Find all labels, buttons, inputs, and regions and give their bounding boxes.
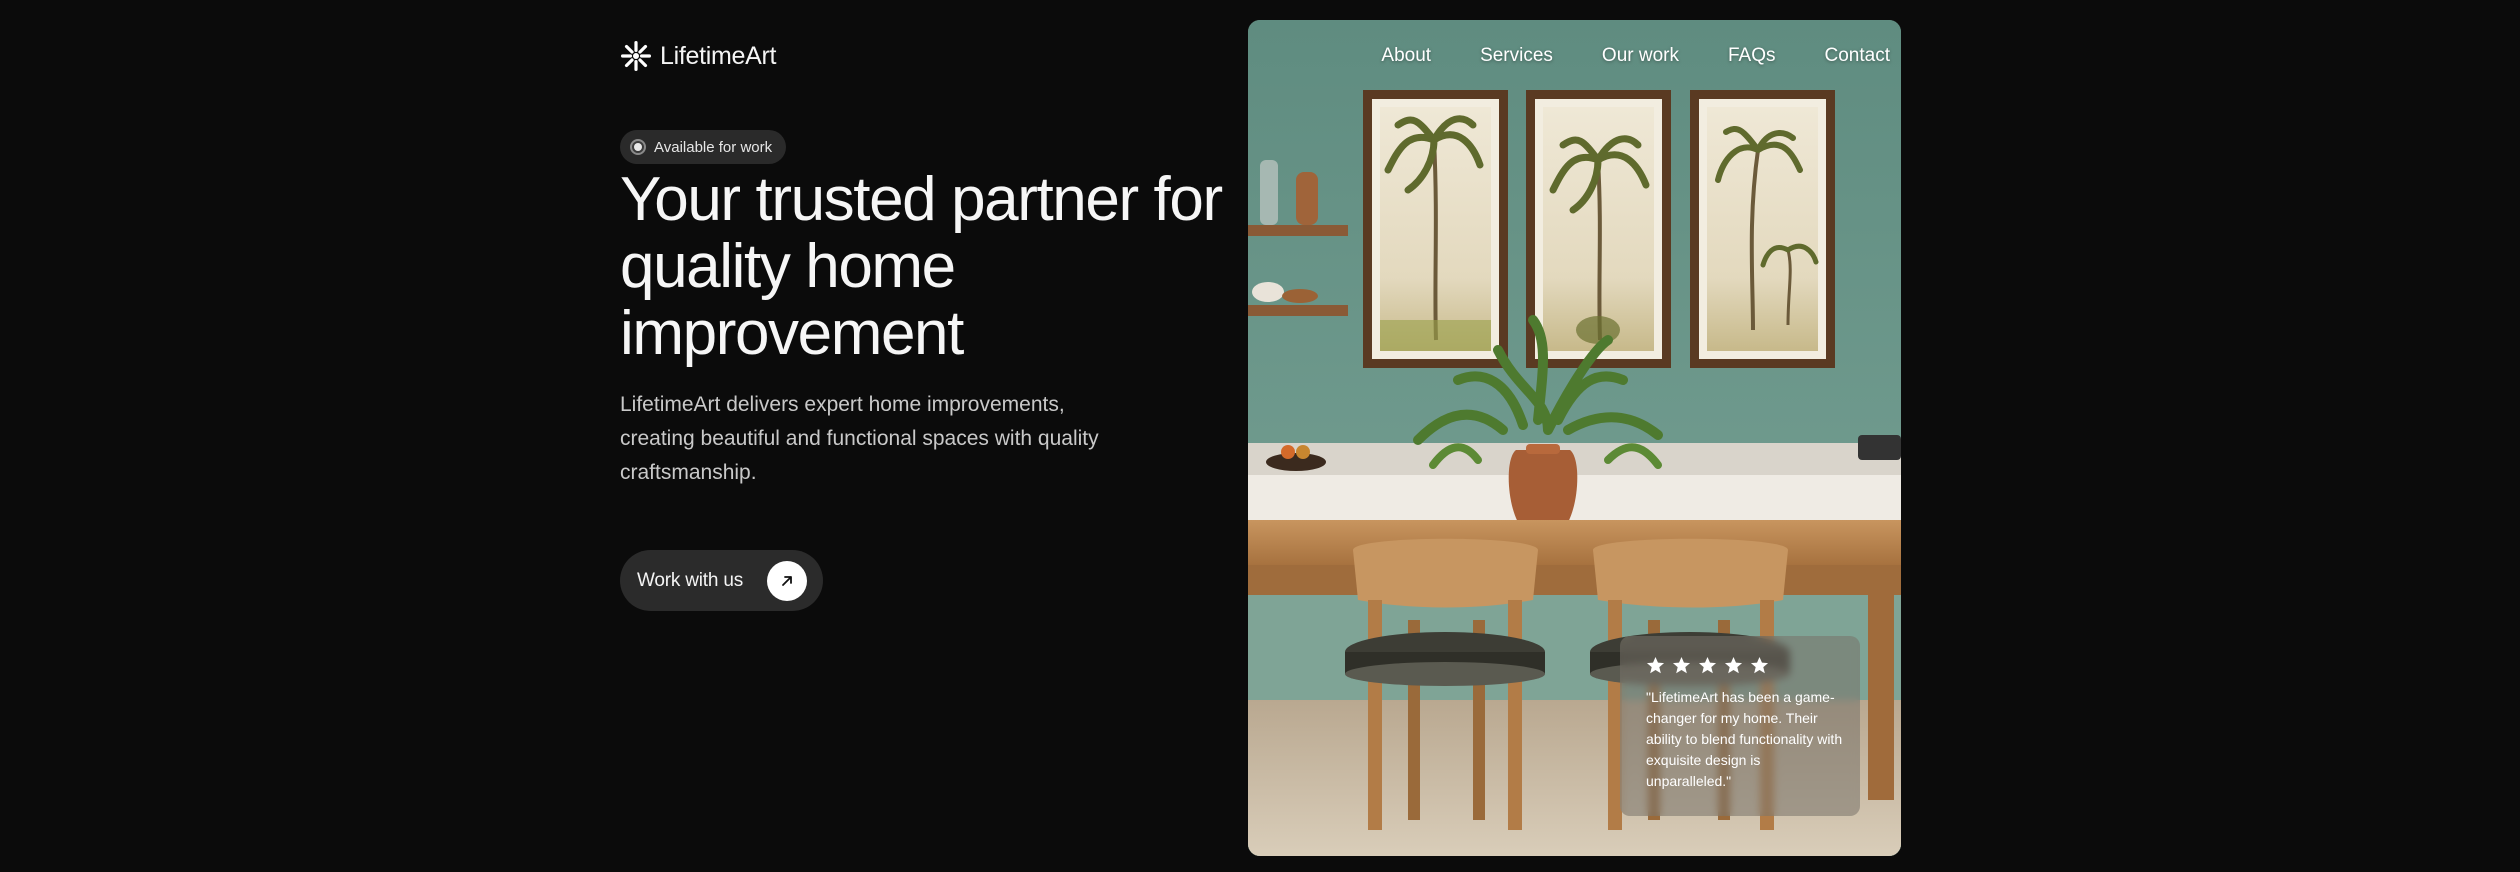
star-icon — [1698, 656, 1717, 674]
testimonial-quote: "LifetimeArt has been a game-changer for… — [1646, 689, 1843, 789]
star-icon — [1672, 656, 1691, 674]
brand-name: LifetimeArt — [660, 41, 777, 70]
availability-badge: Available for work — [620, 130, 787, 164]
star-icon — [1724, 656, 1743, 674]
nav-item-contact[interactable]: Contact — [1825, 45, 1890, 67]
nav-item-faqs[interactable]: FAQs — [1728, 45, 1776, 67]
arrow-up-right-icon — [767, 560, 807, 601]
sunburst-icon — [621, 41, 651, 71]
testimonial-card: "LifetimeArt has been a game-changer for… — [1620, 636, 1860, 816]
availability-badge-label: Available for work — [654, 138, 773, 156]
star-icon — [1750, 656, 1769, 674]
status-dot-icon — [630, 139, 646, 155]
nav-item-about[interactable]: About — [1381, 45, 1431, 67]
star-icon — [1646, 656, 1665, 674]
star-rating — [1646, 656, 1840, 675]
hero-description: LifetimeArt delivers expert home improve… — [620, 393, 1099, 484]
brand-logo[interactable]: LifetimeArt — [620, 40, 776, 72]
nav-item-our-work[interactable]: Our work — [1602, 45, 1679, 67]
hero-title: Your trusted partner for quality home im… — [620, 165, 1223, 368]
main-nav: About Services Our work FAQs Contact — [1248, 20, 1901, 92]
work-with-us-label: Work with us — [637, 569, 743, 591]
work-with-us-button[interactable]: Work with us — [620, 550, 823, 611]
nav-item-services[interactable]: Services — [1480, 45, 1553, 67]
